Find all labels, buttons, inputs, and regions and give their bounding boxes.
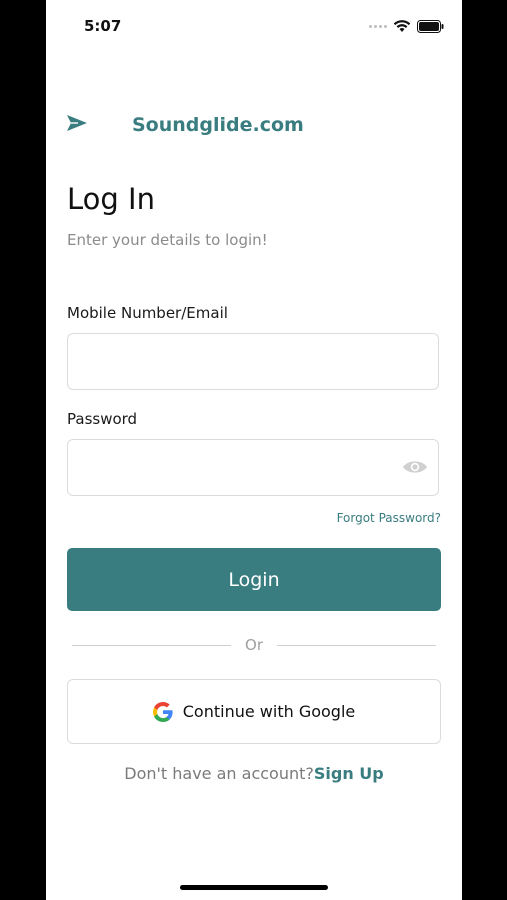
brand-name: Soundglide.com <box>132 114 304 136</box>
page-title: Log In <box>67 182 155 216</box>
continue-with-google-button[interactable]: Continue with Google <box>67 679 441 744</box>
status-icons <box>369 17 444 35</box>
paper-plane-icon <box>67 115 87 131</box>
login-button[interactable]: Login <box>67 548 441 611</box>
cellular-signal-icon <box>369 24 387 28</box>
google-button-label: Continue with Google <box>182 702 356 721</box>
google-icon <box>152 701 173 722</box>
divider-line-left <box>72 644 232 646</box>
status-time: 5:07 <box>84 17 122 35</box>
or-divider: Or <box>72 634 437 656</box>
page-subtitle: Enter your details to login! <box>67 231 268 249</box>
login-screen: 5:07 Soundglide.com Log In Enter your de… <box>46 0 462 900</box>
show-password-eye-icon[interactable] <box>402 458 428 476</box>
password-label: Password <box>67 410 138 428</box>
battery-icon <box>417 19 444 33</box>
or-label: Or <box>245 636 263 654</box>
forgot-password-link[interactable]: Forgot Password? <box>337 511 441 525</box>
username-label: Mobile Number/Email <box>67 304 228 322</box>
sign-up-link[interactable]: Sign Up <box>314 764 384 783</box>
username-input[interactable] <box>67 333 439 390</box>
password-input[interactable] <box>67 439 439 496</box>
signup-row: Don't have an account?Sign Up <box>46 764 462 783</box>
wifi-icon <box>393 20 411 32</box>
signup-prompt: Don't have an account? <box>124 764 314 783</box>
divider-line-right <box>277 644 437 646</box>
home-indicator[interactable] <box>180 885 328 890</box>
